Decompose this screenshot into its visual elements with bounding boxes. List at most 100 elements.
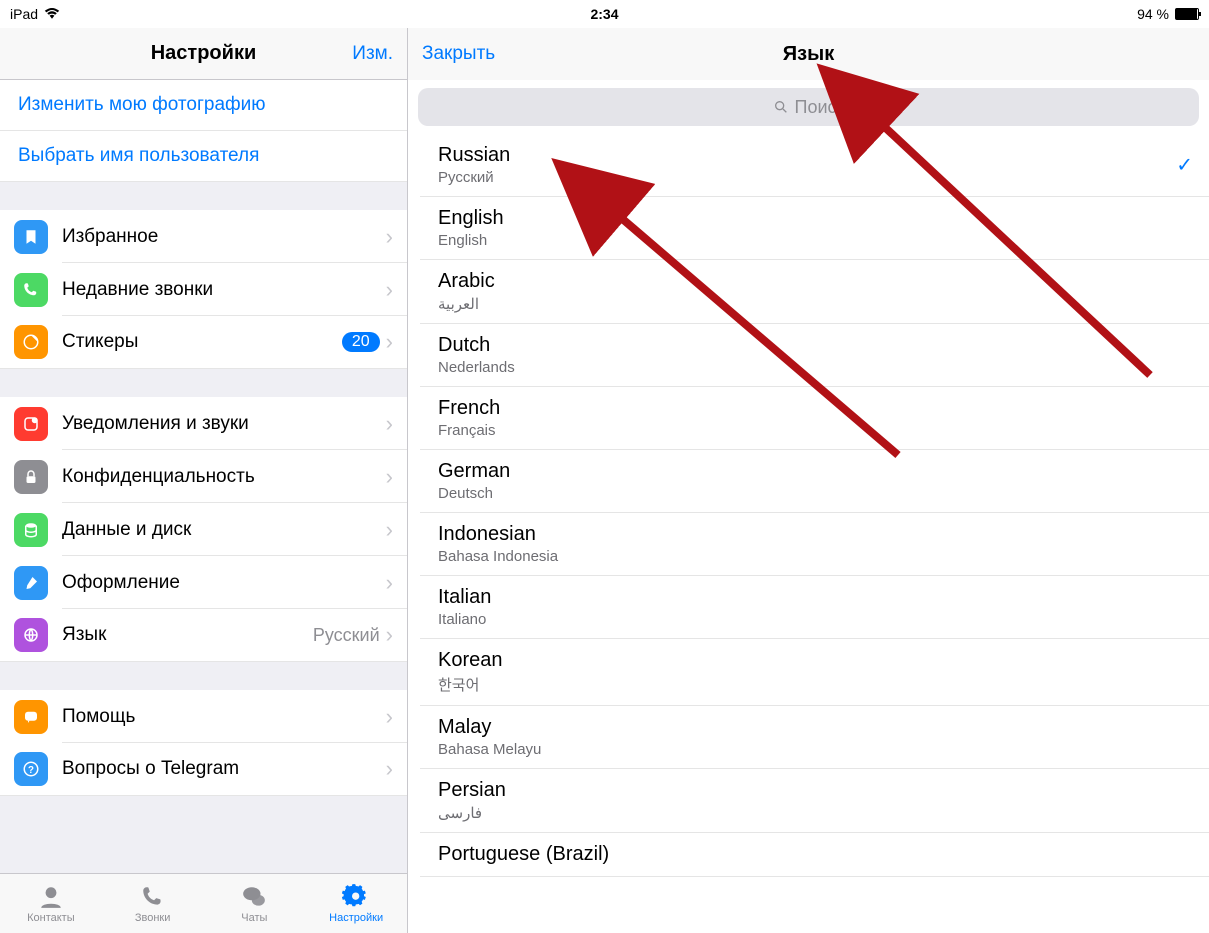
gear-icon xyxy=(342,884,370,910)
device-label: iPad xyxy=(10,6,38,22)
language-row[interactable]: Язык Русский › xyxy=(0,609,407,662)
faq-label: Вопросы о Telegram xyxy=(62,758,386,780)
tab-contacts-label: Контакты xyxy=(27,912,75,924)
language-row[interactable]: Indonesian Bahasa Indonesia xyxy=(420,513,1209,576)
language-label: Язык xyxy=(62,624,313,646)
language-row[interactable]: Russian Русский✓ xyxy=(420,134,1209,197)
chats-icon xyxy=(240,884,268,910)
language-list[interactable]: Russian Русский✓ English English Arabicالعرب… xyxy=(408,134,1209,933)
recent-calls-row[interactable]: Недавние звонки › xyxy=(0,263,407,316)
bookmark-icon xyxy=(14,220,48,254)
chevron-right-icon: › xyxy=(386,570,393,596)
language-secondary: Bahasa Indonesia xyxy=(438,548,1191,565)
chevron-right-icon: › xyxy=(386,464,393,490)
language-row[interactable]: GermanDeutsch xyxy=(420,450,1209,513)
language-pane: Закрыть Язык Поиск RussianРусский✓Englis… xyxy=(408,28,1209,933)
brush-icon xyxy=(14,566,48,600)
close-button[interactable]: Закрыть xyxy=(422,43,495,65)
battery-percent: 94 % xyxy=(1137,6,1169,22)
recent-calls-label: Недавние звонки xyxy=(62,279,386,301)
language-row[interactable]: FrenchFrançais xyxy=(420,387,1209,450)
search-placeholder: Поиск xyxy=(795,97,845,118)
phone-icon xyxy=(139,884,167,910)
data-label: Данные и диск xyxy=(62,519,386,541)
privacy-label: Конфиденциальность xyxy=(62,466,386,488)
language-row[interactable]: DutchNederlands xyxy=(420,324,1209,387)
language-secondary: Français xyxy=(438,422,1191,439)
language-secondary: English xyxy=(438,232,1191,249)
language-secondary: Русский xyxy=(438,169,1191,186)
language-secondary: Bahasa Melayu xyxy=(438,741,1191,758)
chevron-right-icon: › xyxy=(386,277,393,303)
clock: 2:34 xyxy=(590,6,618,22)
chevron-right-icon: › xyxy=(386,622,393,648)
chevron-right-icon: › xyxy=(386,704,393,730)
language-row[interactable]: Malay Bahasa Melayu xyxy=(420,706,1209,769)
appearance-row[interactable]: Оформление › xyxy=(0,556,407,609)
tab-contacts[interactable]: Контакты xyxy=(0,874,102,933)
database-icon xyxy=(14,513,48,547)
language-row[interactable]: ItalianItaliano xyxy=(420,576,1209,639)
choose-username-link[interactable]: Выбрать имя пользователя xyxy=(0,131,407,182)
tab-settings-label: Настройки xyxy=(329,912,383,924)
tab-chats-label: Чаты xyxy=(241,912,267,924)
favorites-label: Избранное xyxy=(62,226,386,248)
tab-bar: Контакты Звонки Чаты Настройки xyxy=(0,873,407,933)
language-value: Русский xyxy=(313,625,380,646)
appearance-label: Оформление xyxy=(62,572,386,594)
tab-chats[interactable]: Чаты xyxy=(204,874,306,933)
faq-row[interactable]: ? Вопросы о Telegram › xyxy=(0,743,407,796)
notifications-label: Уведомления и звуки xyxy=(62,413,386,435)
help-label: Помощь xyxy=(62,706,386,728)
stickers-icon xyxy=(14,325,48,359)
status-bar: iPad 2:34 94 % xyxy=(0,0,1209,28)
data-row[interactable]: Данные и диск › xyxy=(0,503,407,556)
check-icon: ✓ xyxy=(1176,153,1193,178)
person-icon xyxy=(37,884,65,910)
phone-icon xyxy=(14,273,48,307)
language-row[interactable]: Korean한국어 xyxy=(420,639,1209,706)
search-input[interactable]: Поиск xyxy=(418,88,1199,126)
language-primary: Korean xyxy=(438,649,1191,672)
privacy-row[interactable]: Конфиденциальность › xyxy=(0,450,407,503)
language-primary: Russian xyxy=(438,144,1191,167)
question-icon: ? xyxy=(14,752,48,786)
chat-icon xyxy=(14,700,48,734)
wifi-icon xyxy=(44,8,60,20)
svg-text:?: ? xyxy=(28,765,34,776)
chevron-right-icon: › xyxy=(386,224,393,250)
globe-icon xyxy=(14,618,48,652)
tab-settings[interactable]: Настройки xyxy=(305,874,407,933)
edit-button[interactable]: Изм. xyxy=(352,43,393,65)
stickers-badge: 20 xyxy=(342,332,380,352)
language-row[interactable]: Arabicالعربية xyxy=(420,260,1209,324)
chevron-right-icon: › xyxy=(386,517,393,543)
language-primary: Malay xyxy=(438,716,1191,739)
lock-icon xyxy=(14,460,48,494)
language-row[interactable]: Persianفارسی xyxy=(420,769,1209,833)
change-photo-link[interactable]: Изменить мою фотографию xyxy=(0,80,407,131)
tab-calls-label: Звонки xyxy=(135,912,171,924)
chevron-right-icon: › xyxy=(386,411,393,437)
language-row[interactable]: Portuguese (Brazil) xyxy=(420,833,1209,877)
language-primary: German xyxy=(438,460,1191,483)
notifications-icon xyxy=(14,407,48,441)
settings-pane: Настройки Изм. Изменить мою фотографию В… xyxy=(0,28,408,933)
language-secondary: 한국어 xyxy=(438,674,1191,695)
language-primary: Indonesian xyxy=(438,523,1191,546)
settings-navbar: Настройки Изм. xyxy=(0,28,407,80)
language-primary: English xyxy=(438,207,1191,230)
search-icon xyxy=(773,99,789,115)
chevron-right-icon: › xyxy=(386,329,393,355)
language-secondary: Italiano xyxy=(438,611,1191,628)
notifications-row[interactable]: Уведомления и звуки › xyxy=(0,397,407,450)
help-row[interactable]: Помощь › xyxy=(0,690,407,743)
language-row[interactable]: English English xyxy=(420,197,1209,260)
battery-icon xyxy=(1175,8,1199,20)
favorites-row[interactable]: Избранное › xyxy=(0,210,407,263)
stickers-row[interactable]: Стикеры 20 › xyxy=(0,316,407,369)
language-primary: Arabic xyxy=(438,270,1191,293)
language-primary: Persian xyxy=(438,779,1191,802)
tab-calls[interactable]: Звонки xyxy=(102,874,204,933)
language-primary: Dutch xyxy=(438,334,1191,357)
